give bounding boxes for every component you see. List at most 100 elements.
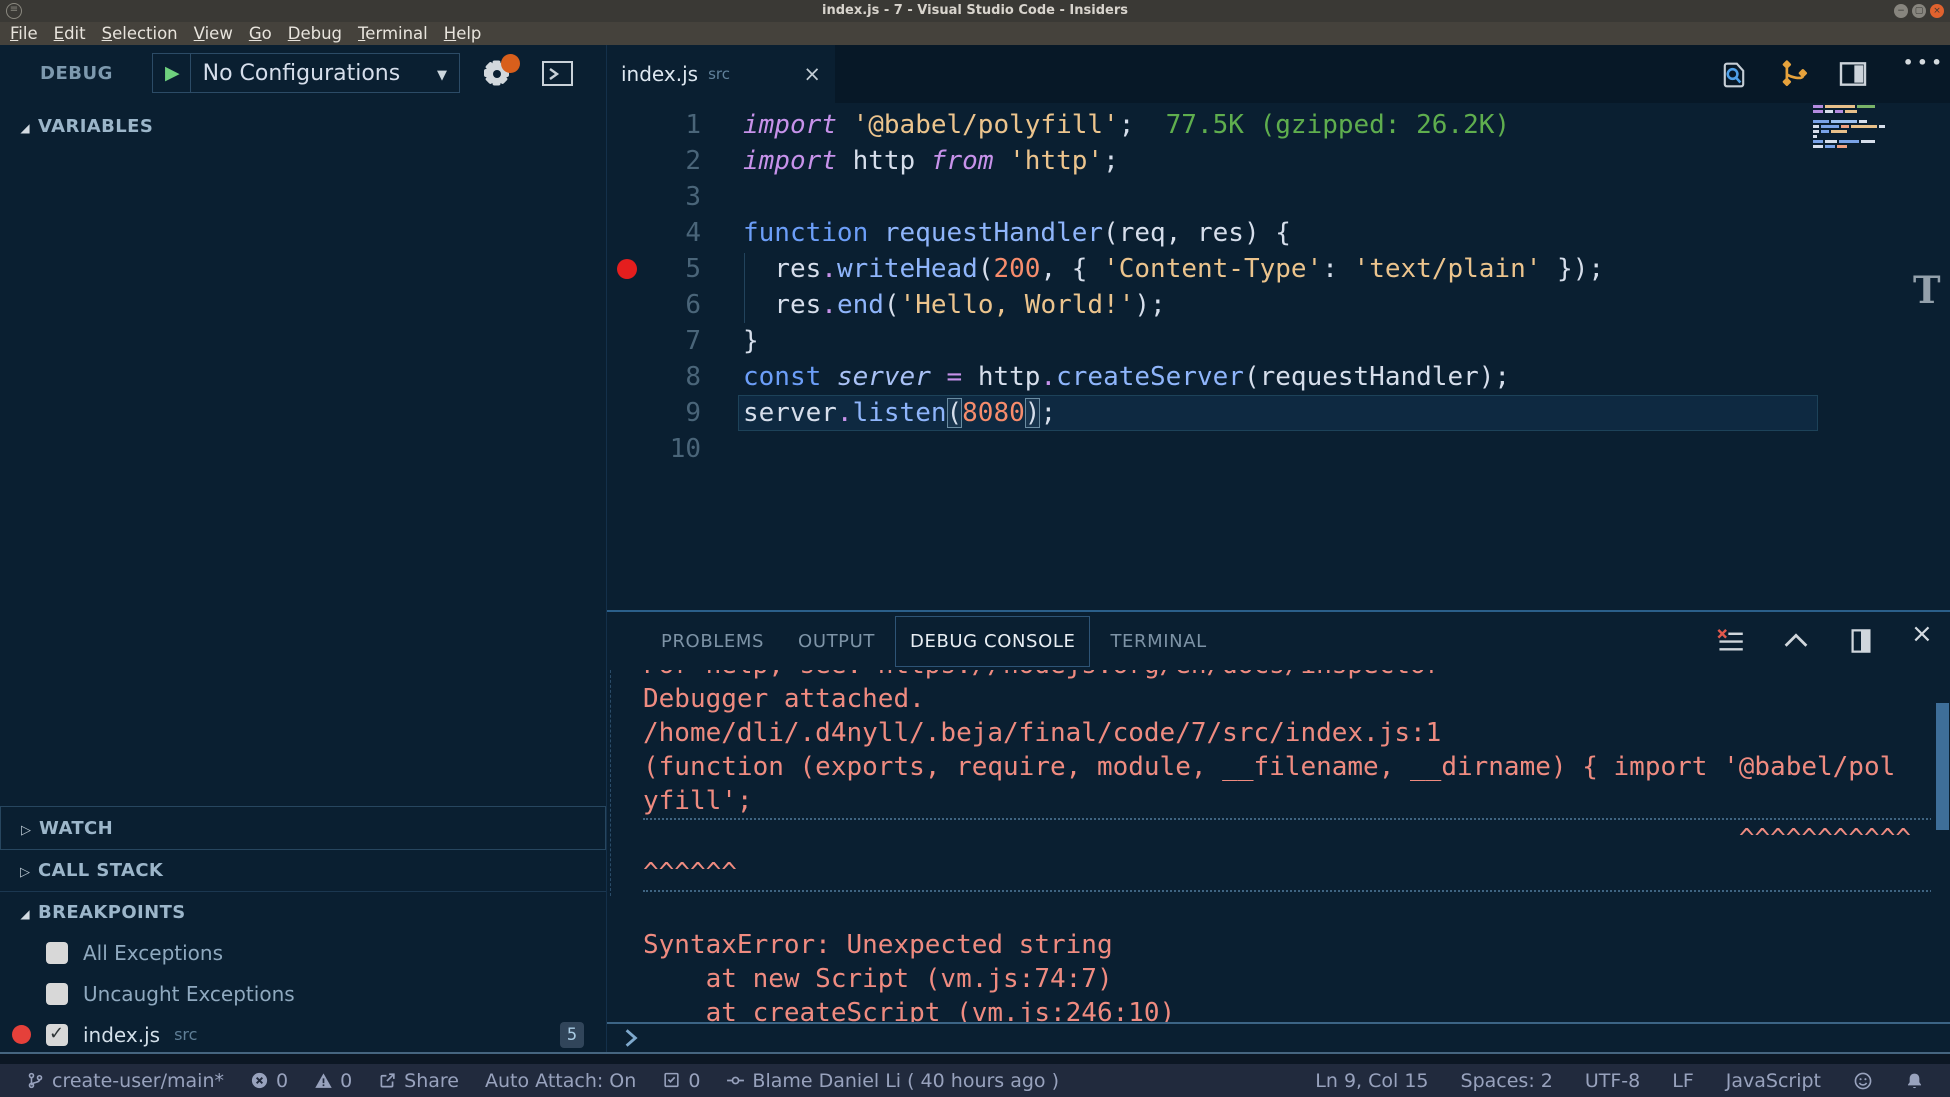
breakpoint-item[interactable]: Uncaught Exceptions	[0, 973, 606, 1014]
code-line[interactable]: res.end('Hello, World!');	[743, 287, 1604, 323]
status-item-utf-8[interactable]: UTF-8	[1585, 1070, 1640, 1092]
panel-tab-terminal[interactable]: TERMINAL	[1096, 617, 1220, 666]
debug-config-value[interactable]: No Configurations	[191, 61, 437, 86]
gutter-row[interactable]: 7	[607, 323, 707, 359]
triangle-expanded-icon	[12, 903, 38, 922]
menu-go[interactable]: Go	[241, 22, 280, 45]
more-actions-icon[interactable]: •••	[1903, 53, 1946, 72]
status-item-git-branch[interactable]: create-user/main*	[26, 1070, 224, 1092]
status-item-blame-commit[interactable]: Blame Daniel Li ( 40 hours ago )	[726, 1070, 1059, 1092]
status-item-feedback[interactable]: 0	[662, 1070, 700, 1092]
section-watch[interactable]: WATCH	[0, 806, 606, 850]
search-preview-icon[interactable]	[1717, 58, 1751, 96]
code-editor[interactable]: 12345678910 import '@babel/polyfill'; 77…	[607, 103, 1950, 610]
tab-index-js[interactable]: index.js src	[607, 45, 835, 103]
close-button[interactable]: ×	[1930, 4, 1944, 18]
code-line[interactable]: import '@babel/polyfill'; 77.5K (gzipped…	[743, 107, 1604, 143]
gitlens-icon[interactable]	[1779, 58, 1811, 94]
menu-selection[interactable]: Selection	[94, 22, 186, 45]
code-line[interactable]: server.listen(8080);	[743, 395, 1604, 431]
menu-terminal[interactable]: Terminal	[350, 22, 436, 45]
close-panel-icon[interactable]	[1911, 619, 1933, 649]
panel-tab-output[interactable]: OUTPUT	[784, 617, 889, 666]
gutter-row[interactable]: 1	[607, 107, 707, 143]
gutter-row[interactable]: 10	[607, 431, 707, 467]
gutter-row[interactable]: 2	[607, 143, 707, 179]
checkbox[interactable]	[46, 942, 68, 964]
status-item-warning-triangle[interactable]: 0	[314, 1070, 352, 1092]
gutter-row[interactable]: 9	[607, 395, 707, 431]
gutter-row[interactable]: 8	[607, 359, 707, 395]
minimap-row	[1813, 120, 1913, 123]
menu-file[interactable]: File	[2, 22, 46, 45]
menu-help[interactable]: Help	[436, 22, 490, 45]
code-line[interactable]	[743, 431, 1604, 467]
minimap-row	[1813, 105, 1913, 108]
minimap-segment	[1835, 110, 1843, 113]
status-right: Ln 9, Col 15 Spaces: 2 UTF-8 LF JavaScript	[1315, 1070, 1924, 1092]
status-item-spaces-2[interactable]: Spaces: 2	[1461, 1070, 1553, 1092]
collapse-panel-icon[interactable]	[1781, 627, 1811, 657]
menu-view[interactable]: View	[186, 22, 241, 45]
debug-console-output[interactable]: For help, see: https://nodejs.org/en/doc…	[607, 670, 1931, 1022]
minimap-segment	[1831, 120, 1857, 123]
code-content[interactable]: import '@babel/polyfill'; 77.5K (gzipped…	[743, 107, 1604, 467]
editor-gutter[interactable]: 12345678910	[607, 107, 707, 467]
section-variables[interactable]: VARIABLES	[0, 105, 606, 147]
gutter-row[interactable]: 5	[607, 251, 707, 287]
start-debug-icon[interactable]	[165, 62, 180, 84]
status-item-ln-9-col-15[interactable]: Ln 9, Col 15	[1315, 1070, 1428, 1092]
gutter-row[interactable]: 6	[607, 287, 707, 323]
console-scrollbar[interactable]	[1936, 703, 1949, 830]
status-item-bell[interactable]	[1905, 1071, 1924, 1091]
debug-console-input[interactable]	[607, 1022, 1950, 1052]
status-item-share[interactable]: Share	[378, 1070, 459, 1092]
minimize-button[interactable]: −	[1894, 4, 1908, 18]
menu-debug[interactable]: Debug	[280, 22, 350, 45]
gutter-row[interactable]: 3	[607, 179, 707, 215]
code-line[interactable]: function requestHandler(req, res) {	[743, 215, 1604, 251]
split-editor-icon[interactable]	[1837, 58, 1869, 94]
code-line[interactable]: }	[743, 323, 1604, 359]
clear-console-icon[interactable]	[1715, 627, 1745, 659]
minimap-segment	[1861, 140, 1875, 143]
code-token: 200	[993, 254, 1040, 284]
open-debug-console-button[interactable]	[542, 61, 573, 86]
debug-toolbar: DEBUG No Configurations	[0, 45, 606, 103]
panel-tab-debug-console[interactable]: DEBUG CONSOLE	[895, 616, 1090, 667]
panel-tab-problems[interactable]: PROBLEMS	[647, 617, 778, 666]
maximize-button[interactable]: ▢	[1912, 4, 1926, 18]
code-token	[743, 254, 774, 284]
section-call-stack[interactable]: CALL STACK	[0, 850, 606, 892]
debug-config-dropdown[interactable]: No Configurations	[152, 53, 460, 93]
checkbox[interactable]	[46, 1024, 68, 1046]
status-item-smiley[interactable]	[1853, 1071, 1873, 1091]
code-token: .	[1040, 362, 1056, 392]
chevron-down-icon[interactable]	[437, 64, 447, 83]
code-token: (	[884, 290, 900, 320]
checkbox[interactable]	[46, 983, 68, 1005]
code-line[interactable]	[743, 179, 1604, 215]
code-line[interactable]: import http from 'http';	[743, 143, 1604, 179]
breakpoint-icon[interactable]	[617, 259, 637, 279]
status-item-javascript[interactable]: JavaScript	[1726, 1070, 1821, 1092]
code-line[interactable]: const server = http.createServer(request…	[743, 359, 1604, 395]
menu-edit[interactable]: Edit	[46, 22, 94, 45]
minimap-segment	[1831, 130, 1847, 133]
status-item-lf[interactable]: LF	[1672, 1070, 1694, 1092]
code-line[interactable]: res.writeHead(200, { 'Content-Type': 'te…	[743, 251, 1604, 287]
gutter-row[interactable]: 4	[607, 215, 707, 251]
section-breakpoints[interactable]: BREAKPOINTS	[0, 892, 606, 932]
maximize-panel-icon[interactable]	[1847, 627, 1875, 659]
minimap-segment	[1813, 130, 1819, 133]
close-tab-icon[interactable]	[803, 62, 821, 86]
breakpoint-item[interactable]: All Exceptions	[0, 932, 606, 973]
configure-gear-button[interactable]	[480, 56, 514, 90]
breakpoint-item[interactable]: index.jssrc5	[0, 1014, 606, 1055]
status-item-error-circle[interactable]: 0	[250, 1070, 288, 1092]
section-label: VARIABLES	[38, 116, 153, 137]
status-item-auto-attach-on[interactable]: Auto Attach: On	[485, 1070, 636, 1092]
code-token	[837, 110, 853, 140]
minimap[interactable]	[1813, 105, 1913, 150]
code-token	[743, 290, 774, 320]
